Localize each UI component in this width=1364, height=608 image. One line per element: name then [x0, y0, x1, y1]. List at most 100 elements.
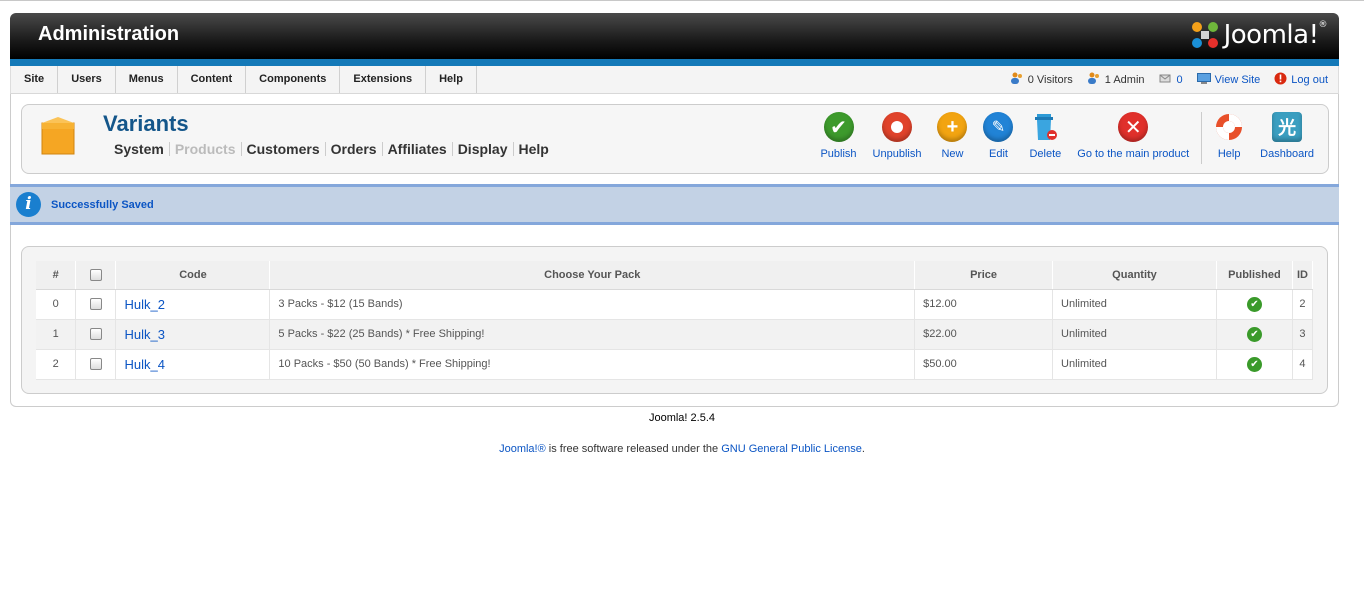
logo-text: Joomla!® — [1223, 20, 1328, 50]
row-id: 3 — [1292, 319, 1314, 350]
toolbar-box: Variants System Products Customers Order… — [21, 104, 1329, 174]
users-icon — [1010, 72, 1024, 87]
header-title: Administration — [38, 23, 180, 45]
lifebuoy-icon — [1214, 112, 1244, 142]
package-icon — [41, 117, 75, 155]
menu-users[interactable]: Users — [58, 66, 116, 93]
row-checkbox-cell — [75, 349, 117, 380]
menu-site[interactable]: Site — [11, 66, 59, 93]
delete-button[interactable]: Delete — [1021, 112, 1069, 168]
plus-icon: + — [937, 112, 968, 142]
joomla-link[interactable]: Joomla!® — [499, 443, 546, 455]
close-icon: ✕ — [1118, 112, 1149, 142]
row-published-cell: ✔ — [1216, 319, 1293, 350]
logout-link[interactable]: Log out — [1274, 72, 1328, 88]
menu-content[interactable]: Content — [178, 66, 247, 93]
monitor-icon — [1196, 72, 1211, 87]
view-site-link[interactable]: View Site — [1196, 72, 1260, 87]
submenu-customers[interactable]: Customers — [242, 142, 326, 156]
main-menu-bar: Site Users Menus Content Components Exte… — [10, 66, 1339, 94]
row-checkbox[interactable] — [89, 298, 102, 311]
row-pack: 10 Packs - $50 (50 Bands) * Free Shippin… — [269, 349, 916, 380]
footer-license: Joomla!® is free software released under… — [0, 443, 1364, 455]
edit-button[interactable]: ✎ Edit — [975, 112, 1021, 168]
row-checkbox[interactable] — [89, 328, 102, 341]
row-num: 2 — [36, 349, 77, 380]
row-price: $12.00 — [914, 289, 1054, 320]
col-quantity[interactable]: Quantity — [1052, 261, 1217, 290]
row-quantity: Unlimited — [1052, 319, 1217, 350]
col-id[interactable]: ID — [1292, 261, 1314, 290]
header-accent-bar — [10, 59, 1339, 66]
check-all-checkbox[interactable] — [89, 268, 102, 281]
table-row: 1 Hulk_3 5 Packs - $22 (25 Bands) * Free… — [36, 319, 1314, 350]
new-button[interactable]: + New — [929, 112, 975, 168]
footer-text-end: . — [861, 443, 865, 455]
submenu-orders[interactable]: Orders — [326, 142, 383, 156]
menu-components[interactable]: Components — [246, 66, 341, 93]
joomla-logo-icon — [1191, 22, 1218, 48]
row-num: 1 — [36, 319, 77, 350]
publish-button[interactable]: ✔ Publish — [812, 112, 864, 168]
published-check-icon[interactable]: ✔ — [1246, 326, 1262, 342]
checkmark-icon: ✔ — [823, 112, 854, 142]
page-title: Variants — [103, 111, 189, 136]
col-published[interactable]: Published — [1216, 261, 1293, 290]
visitors-status: 0 Visitors — [1010, 72, 1073, 87]
row-quantity: Unlimited — [1052, 289, 1217, 320]
unpublish-button[interactable]: Unpublish — [865, 112, 930, 168]
mail-icon — [1159, 72, 1173, 87]
row-price: $22.00 — [914, 319, 1054, 350]
messages-status[interactable]: 0 — [1159, 72, 1183, 87]
system-message: i Successfully Saved — [10, 184, 1339, 225]
submenu-display[interactable]: Display — [453, 142, 514, 156]
admin-header: Administration Joomla!® — [10, 13, 1339, 59]
variants-table-box: # Code Choose Your Pack Price Quantity P… — [21, 246, 1328, 394]
main-product-button[interactable]: ✕ Go to the main product — [1069, 112, 1197, 168]
row-code-link[interactable]: Hulk_3 — [115, 319, 271, 350]
row-pack: 3 Packs - $12 (15 Bands) — [269, 289, 916, 320]
joomla-logo: Joomla!® — [1190, 18, 1327, 52]
col-checkall — [75, 261, 117, 290]
menu-help[interactable]: Help — [426, 66, 477, 93]
row-quantity: Unlimited — [1052, 349, 1217, 380]
row-id: 2 — [1292, 289, 1314, 320]
dashboard-icon: 光 — [1272, 112, 1303, 142]
row-checkbox-cell — [75, 319, 117, 350]
menu-extensions[interactable]: Extensions — [340, 66, 427, 93]
col-pack[interactable]: Choose Your Pack — [269, 261, 916, 290]
logout-icon — [1274, 72, 1287, 88]
row-published-cell: ✔ — [1216, 349, 1293, 380]
admins-status: 1 Admin — [1087, 72, 1145, 87]
col-code[interactable]: Code — [115, 261, 271, 290]
col-price[interactable]: Price — [914, 261, 1054, 290]
menu-menus[interactable]: Menus — [116, 66, 178, 93]
row-pack: 5 Packs - $22 (25 Bands) * Free Shipping… — [269, 319, 916, 350]
row-published-cell: ✔ — [1216, 289, 1293, 320]
row-checkbox[interactable] — [89, 358, 102, 371]
row-code-link[interactable]: Hulk_4 — [115, 349, 271, 380]
license-link[interactable]: GNU General Public License — [721, 443, 862, 455]
table-header-row: # Code Choose Your Pack Price Quantity P… — [36, 261, 1314, 290]
admin-user-icon — [1087, 72, 1101, 87]
status-bar: 0 Visitors 1 Admin 0 View Site Log out — [996, 66, 1328, 93]
submenu-products: Products — [170, 142, 242, 156]
published-check-icon[interactable]: ✔ — [1246, 296, 1262, 312]
table-row: 2 Hulk_4 10 Packs - $50 (50 Bands) * Fre… — [36, 349, 1314, 380]
submenu-system[interactable]: System — [109, 142, 170, 156]
content-container: Variants System Products Customers Order… — [10, 94, 1339, 407]
col-num: # — [36, 261, 77, 290]
help-button[interactable]: Help — [1206, 112, 1252, 168]
stop-icon — [882, 112, 912, 142]
submenu-help[interactable]: Help — [514, 142, 554, 156]
trash-icon — [1030, 112, 1060, 142]
info-icon: i — [16, 192, 41, 217]
footer-text: is free software released under the — [545, 443, 722, 455]
row-code-link[interactable]: Hulk_2 — [115, 289, 271, 320]
table-row: 0 Hulk_2 3 Packs - $12 (15 Bands) $12.00… — [36, 289, 1314, 320]
dashboard-button[interactable]: 光 Dashboard — [1252, 112, 1322, 168]
published-check-icon[interactable]: ✔ — [1246, 356, 1262, 372]
footer-version: Joomla! 2.5.4 — [648, 412, 716, 424]
component-submenu: System Products Customers Orders Affilia… — [109, 142, 554, 156]
submenu-affiliates[interactable]: Affiliates — [383, 142, 453, 156]
